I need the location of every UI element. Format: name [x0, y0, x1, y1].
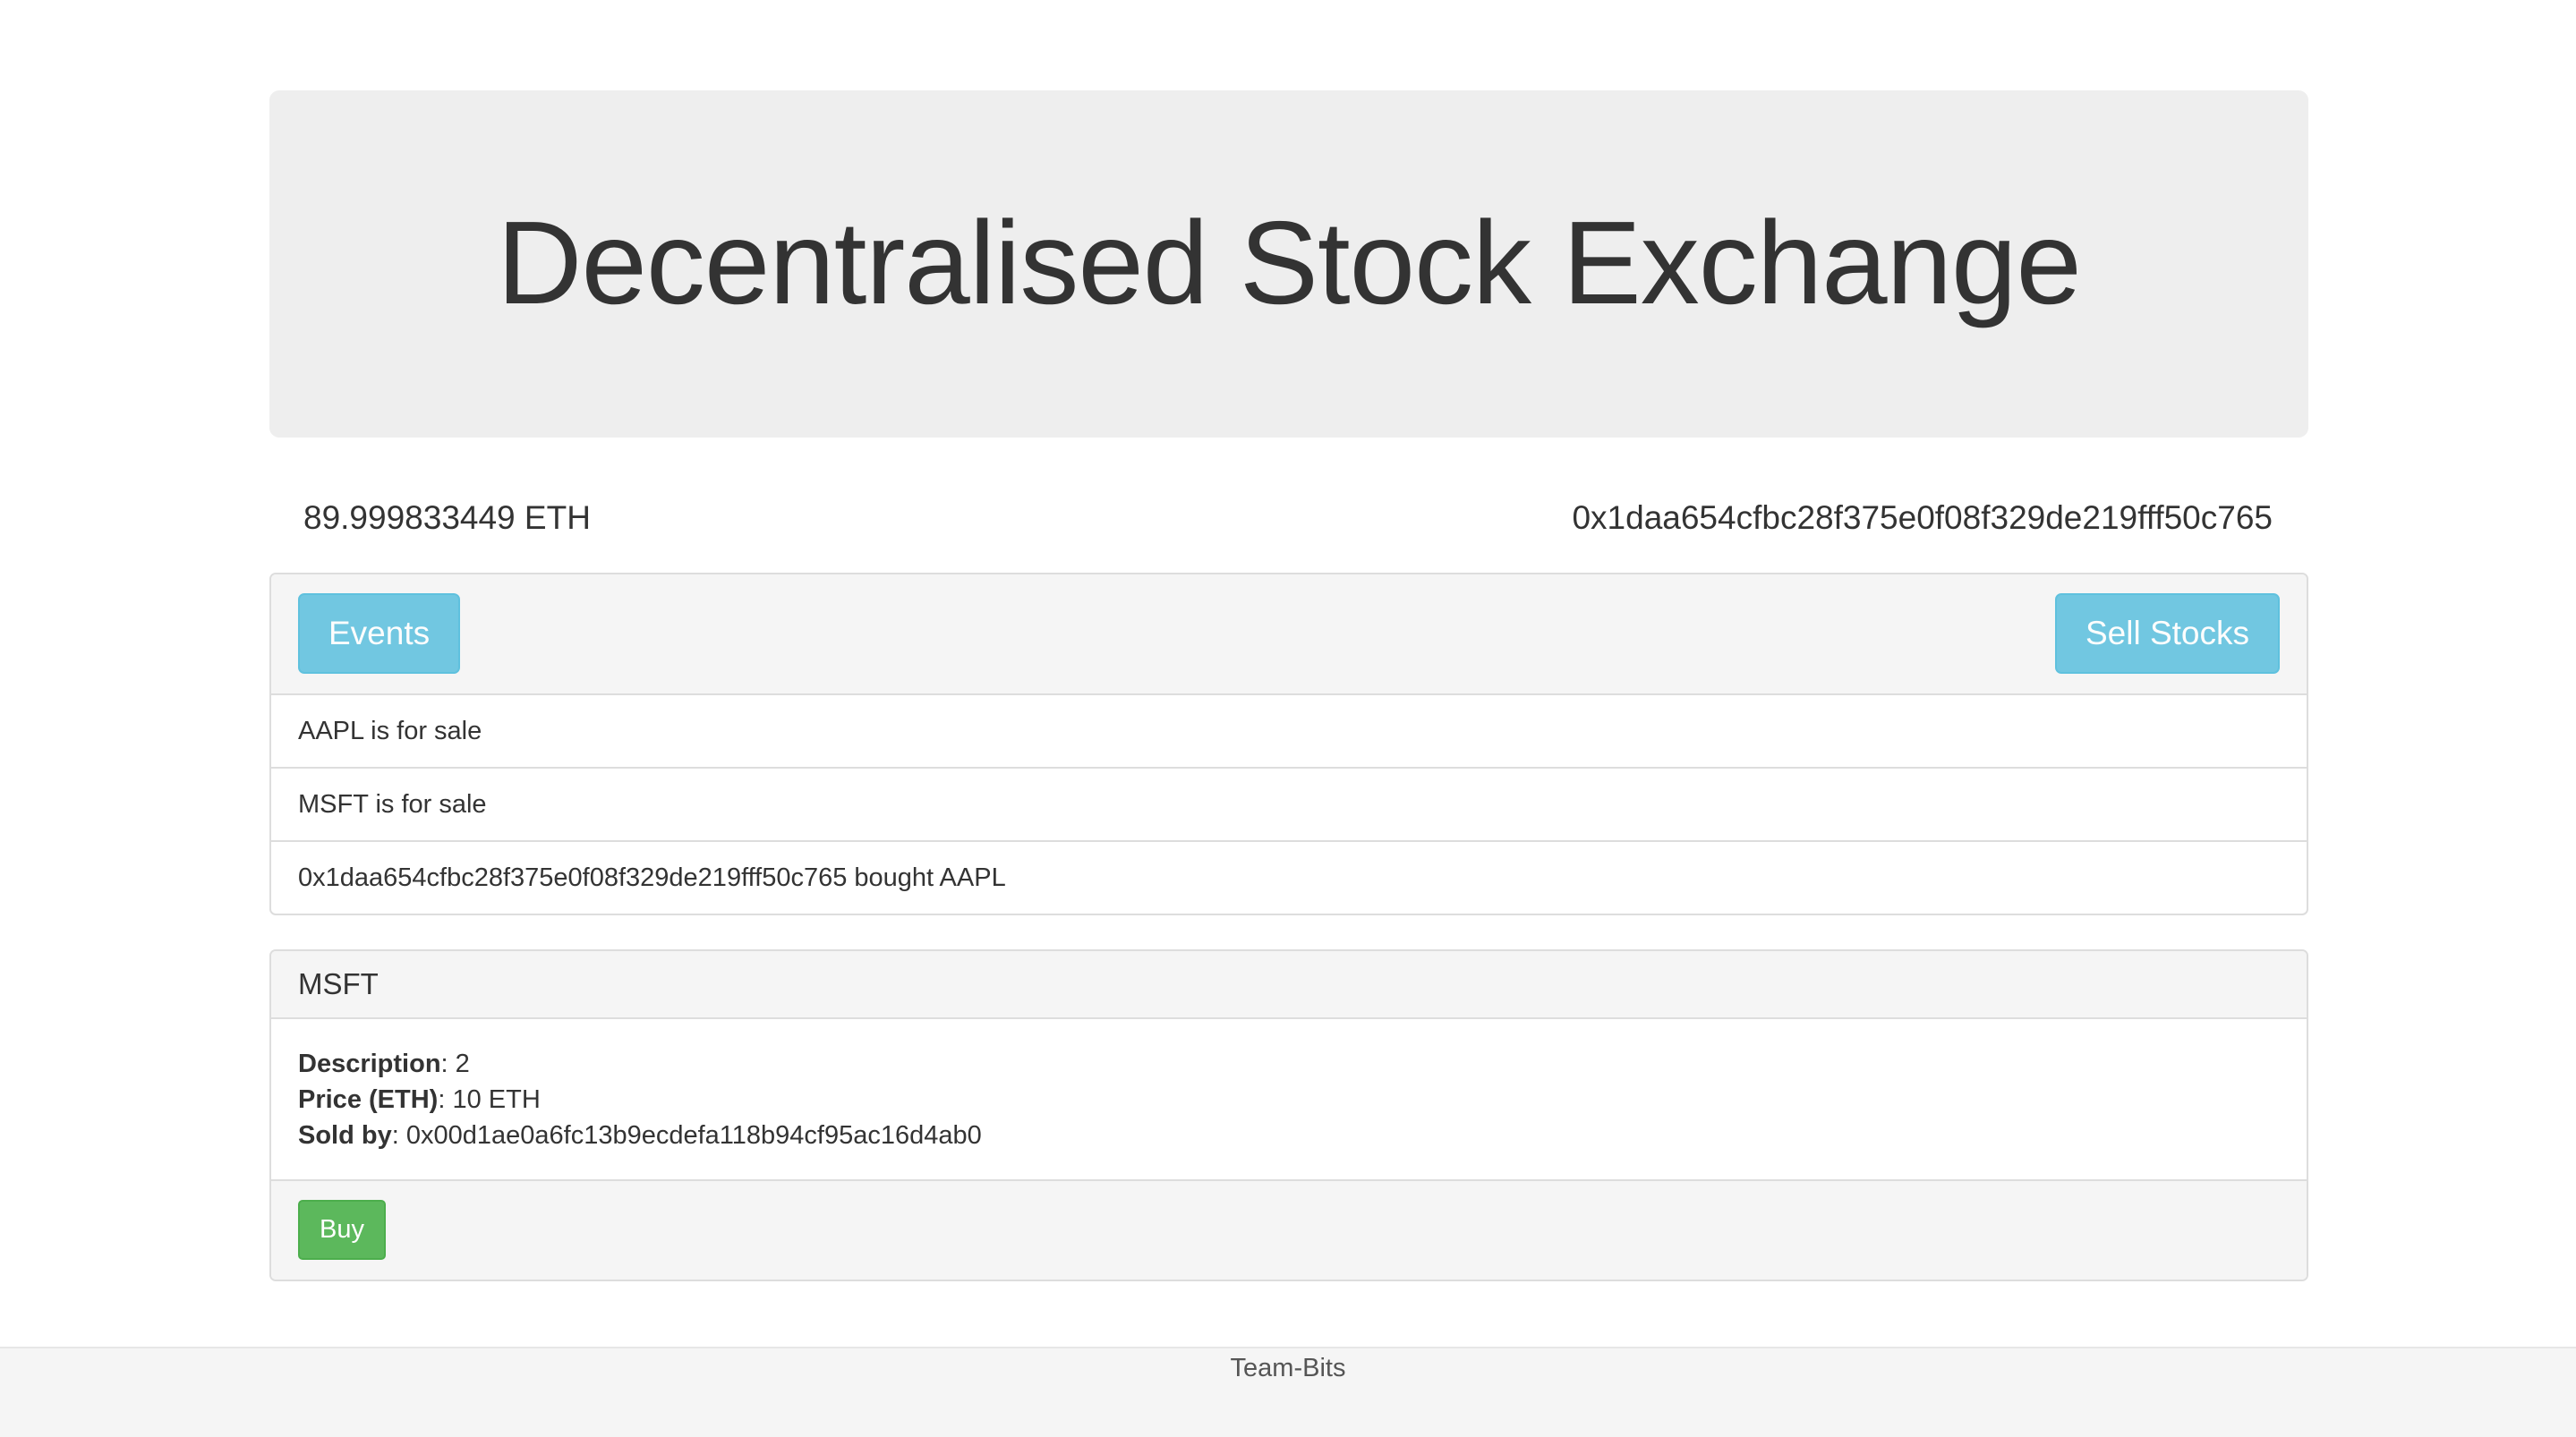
page-title: Decentralised Stock Exchange [497, 196, 2082, 328]
page-footer: Team-Bits [0, 1347, 2576, 1437]
description-value: : 2 [440, 1050, 470, 1078]
account-balance: 89.999833449 ETH [303, 499, 591, 536]
events-panel: Events Sell Stocks AAPL is for sale MSFT… [269, 573, 2308, 915]
jumbotron-header: Decentralised Stock Exchange [269, 90, 2308, 438]
event-item: MSFT is for sale [271, 769, 2307, 842]
events-panel-heading: Events Sell Stocks [271, 574, 2307, 695]
seller-label: Sold by [298, 1121, 392, 1150]
event-item: AAPL is for sale [271, 695, 2307, 769]
events-button[interactable]: Events [298, 593, 461, 674]
stock-panel-footer: Buy [271, 1179, 2307, 1280]
footer-text: Team-Bits [1230, 1354, 1346, 1382]
price-value: : 10 ETH [438, 1085, 541, 1114]
event-item: 0x1daa654cfbc28f375e0f08f329de219fff50c7… [298, 863, 1006, 892]
price-label: Price (ETH) [298, 1085, 439, 1114]
stock-seller-row: Sold by: 0x00d1ae0a6fc13b9ecdefa118b94cf… [298, 1118, 2280, 1153]
seller-value: : 0x00d1ae0a6fc13b9ecdefa118b94cf95ac16d… [391, 1121, 982, 1150]
account-info: 89.999833449 ETH 0x1daa654cfbc28f375e0f0… [269, 499, 2308, 546]
stock-details: Description: 2 Price (ETH): 10 ETH Sold … [271, 1019, 2307, 1179]
account-address: 0x1daa654cfbc28f375e0f08f329de219fff50c7… [1572, 499, 2273, 536]
stock-symbol: MSFT [271, 951, 2307, 1019]
stock-description-row: Description: 2 [298, 1046, 2280, 1082]
buy-button[interactable]: Buy [298, 1200, 386, 1260]
sell-stocks-button[interactable]: Sell Stocks [2054, 593, 2280, 674]
description-label: Description [298, 1050, 441, 1078]
stock-panel: MSFT Description: 2 Price (ETH): 10 ETH … [269, 949, 2308, 1281]
stock-price-row: Price (ETH): 10 ETH [298, 1082, 2280, 1118]
